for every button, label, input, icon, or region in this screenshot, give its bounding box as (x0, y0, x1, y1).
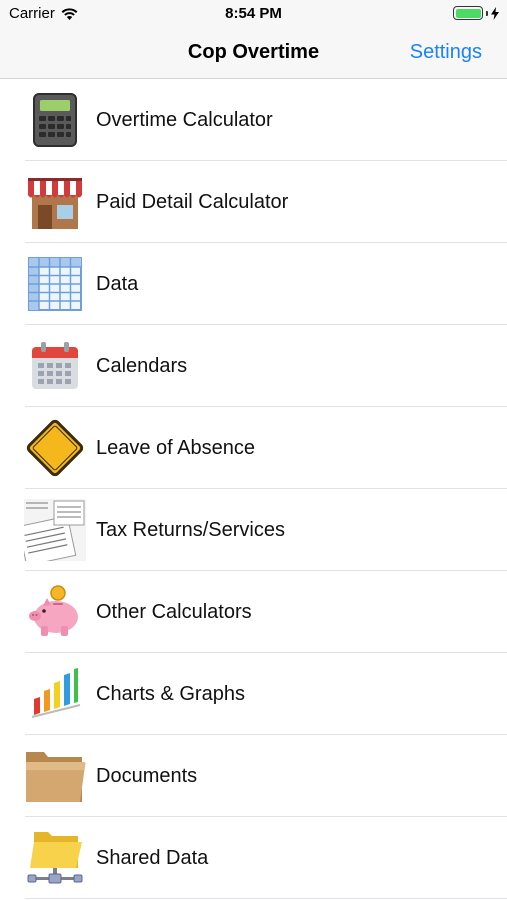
menu-item-label: Paid Detail Calculator (96, 190, 289, 213)
battery-level-fill (455, 8, 481, 18)
calculator-icon (24, 89, 86, 151)
menu-item-paid-detail-calculator[interactable]: Paid Detail Calculator (0, 161, 507, 243)
menu-item-label: Documents (96, 764, 198, 787)
menu-item-charts-graphs[interactable]: Charts & Graphs (0, 653, 507, 735)
folder-icon (24, 745, 86, 807)
menu-item-leave-of-absence[interactable]: Leave of Absence (0, 407, 507, 489)
spreadsheet-icon (24, 253, 86, 315)
menu-item-overtime-calculator[interactable]: Overtime Calculator (0, 79, 507, 161)
menu-list: Overtime Calculator Paid Detail Calculat… (0, 79, 507, 899)
menu-item-label: Leave of Absence (96, 436, 256, 459)
menu-item-label: Overtime Calculator (96, 108, 273, 131)
menu-item-label: Charts & Graphs (96, 682, 245, 705)
bar-chart-icon (24, 663, 86, 725)
menu-item-label: Tax Returns/Services (96, 518, 285, 541)
menu-item-documents[interactable]: Documents (0, 735, 507, 817)
menu-item-label: Data (96, 272, 139, 295)
charging-bolt-icon (491, 6, 499, 20)
battery-icon (453, 6, 483, 20)
status-time: 8:54 PM (225, 5, 282, 22)
menu-item-label: Shared Data (96, 846, 209, 869)
leave-of-absence-sign-icon (24, 417, 86, 479)
tax-forms-icon (24, 499, 86, 561)
settings-button[interactable]: Settings (410, 41, 482, 64)
menu-item-data[interactable]: Data (0, 243, 507, 325)
calendar-icon (24, 335, 86, 397)
shared-folder-icon (24, 827, 86, 889)
menu-item-shared-data[interactable]: Shared Data (0, 817, 507, 899)
battery-cap (486, 10, 488, 16)
navigation-bar: Cop Overtime Settings (0, 28, 507, 79)
menu-item-tax-returns-services[interactable]: Tax Returns/Services (0, 489, 507, 571)
storefront-icon (24, 171, 86, 233)
status-bar: Carrier 8:54 PM (0, 0, 507, 28)
menu-item-label: Other Calculators (96, 600, 252, 623)
menu-item-calendars[interactable]: Calendars (0, 325, 507, 407)
menu-item-label: Calendars (96, 354, 188, 377)
menu-item-other-calculators[interactable]: Other Calculators (0, 571, 507, 653)
status-right (453, 6, 499, 20)
piggy-bank-icon (24, 581, 86, 643)
